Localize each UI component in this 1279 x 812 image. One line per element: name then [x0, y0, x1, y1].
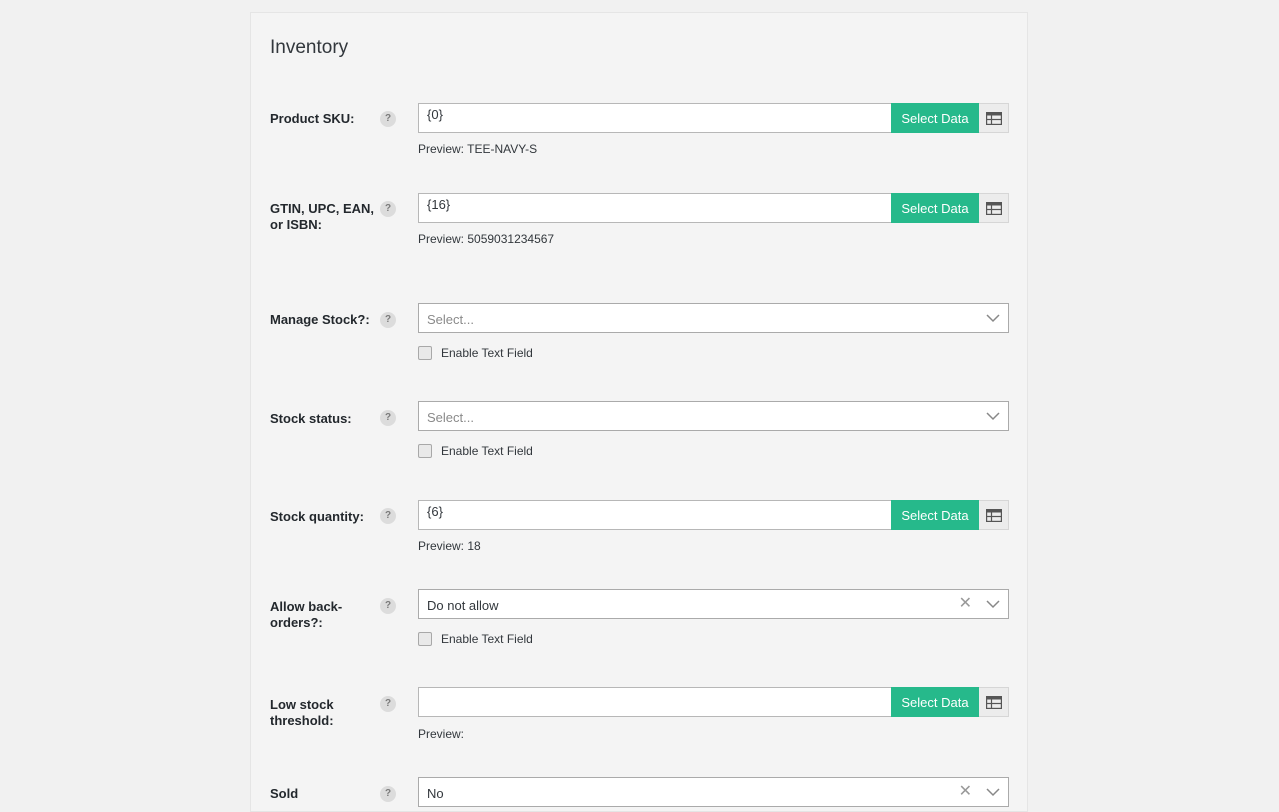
- help-icon[interactable]: ?: [380, 786, 396, 802]
- help-icon[interactable]: ?: [380, 111, 396, 127]
- select-placeholder: Select...: [427, 410, 474, 425]
- clear-icon[interactable]: ✕: [959, 596, 972, 612]
- help-icon[interactable]: ?: [380, 508, 396, 524]
- checkbox-label: Enable Text Field: [441, 632, 533, 646]
- enable-text-field-checkbox[interactable]: [418, 346, 432, 360]
- gtin-input[interactable]: [418, 193, 891, 223]
- enable-text-field-row: Enable Text Field: [418, 345, 533, 361]
- chevron-down-icon: [986, 412, 1000, 421]
- field-label: Low stock threshold:: [270, 697, 334, 728]
- enable-text-field-row: Enable Text Field: [418, 443, 533, 459]
- clear-icon[interactable]: ✕: [959, 784, 972, 800]
- low-stock-threshold-input[interactable]: [418, 687, 891, 717]
- inventory-panel: Inventory Product SKU: ? Select Data Pre…: [250, 12, 1028, 812]
- field-label: Product SKU:: [270, 111, 355, 126]
- select-placeholder: Select...: [427, 312, 474, 327]
- chevron-down-icon: [986, 788, 1000, 797]
- sold-individually-select[interactable]: No ✕: [418, 777, 1009, 807]
- preview-text: Preview: TEE-NAVY-S: [418, 142, 538, 156]
- enable-text-field-checkbox[interactable]: [418, 444, 432, 458]
- table-icon[interactable]: [979, 687, 1009, 717]
- sku-input-group: Select Data: [418, 103, 1009, 133]
- chevron-down-icon: [986, 314, 1000, 323]
- help-icon[interactable]: ?: [380, 201, 396, 217]
- table-icon[interactable]: [979, 193, 1009, 223]
- chevron-down-icon: [986, 600, 1000, 609]
- checkbox-label: Enable Text Field: [441, 444, 533, 458]
- table-icon[interactable]: [979, 103, 1009, 133]
- product-sku-input[interactable]: [418, 103, 891, 133]
- stock-status-select[interactable]: Select...: [418, 401, 1009, 431]
- preview-text: Preview:: [418, 727, 465, 741]
- help-icon[interactable]: ?: [380, 598, 396, 614]
- enable-text-field-checkbox[interactable]: [418, 632, 432, 646]
- preview-text: Preview: 18: [418, 539, 481, 553]
- select-data-button[interactable]: Select Data: [891, 193, 979, 223]
- help-icon[interactable]: ?: [380, 696, 396, 712]
- allow-backorders-select[interactable]: Do not allow ✕: [418, 589, 1009, 619]
- low-stock-input-group: Select Data: [418, 687, 1009, 717]
- select-data-button[interactable]: Select Data: [891, 687, 979, 717]
- enable-text-field-row: Enable Text Field: [418, 631, 533, 647]
- table-icon[interactable]: [979, 500, 1009, 530]
- field-label: Sold: [270, 786, 299, 801]
- manage-stock-select[interactable]: Select...: [418, 303, 1009, 333]
- field-label: Stock quantity:: [270, 509, 364, 524]
- field-label: Manage Stock?:: [270, 312, 370, 327]
- stock-quantity-input[interactable]: [418, 500, 891, 530]
- preview-text: Preview: 5059031234567: [418, 232, 555, 246]
- field-label: Stock status:: [270, 411, 352, 426]
- help-icon[interactable]: ?: [380, 312, 396, 328]
- gtin-input-group: Select Data: [418, 193, 1009, 223]
- select-data-button[interactable]: Select Data: [891, 103, 979, 133]
- stock-quantity-input-group: Select Data: [418, 500, 1009, 530]
- select-value: Do not allow: [427, 598, 499, 613]
- field-label: GTIN, UPC, EAN, or ISBN:: [270, 201, 375, 232]
- field-label: Allow back-orders?:: [270, 599, 343, 630]
- help-icon[interactable]: ?: [380, 410, 396, 426]
- section-title: Inventory: [270, 37, 349, 58]
- checkbox-label: Enable Text Field: [441, 346, 533, 360]
- select-data-button[interactable]: Select Data: [891, 500, 979, 530]
